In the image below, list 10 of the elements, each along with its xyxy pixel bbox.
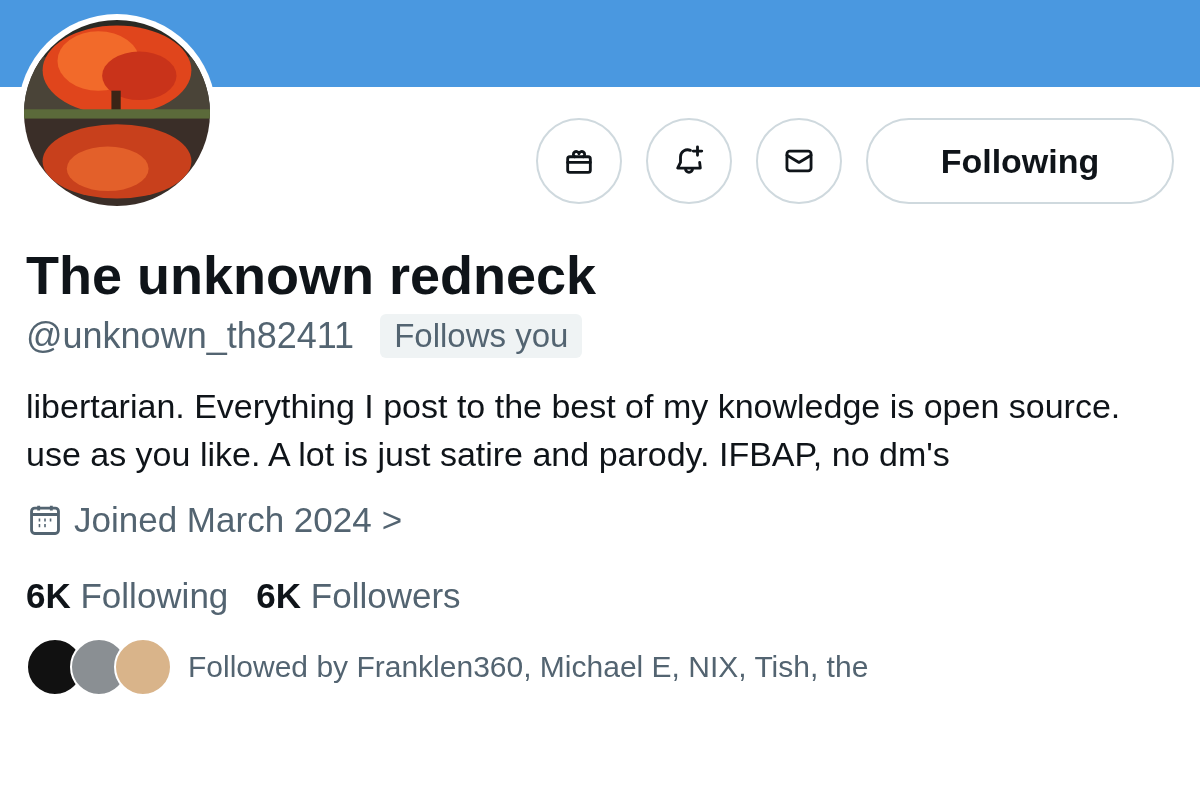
followed-by-text: Followed by Franklen360, Michael E, NIX, Tish, the bbox=[188, 649, 869, 685]
joined-date: Joined March 2024 bbox=[74, 499, 372, 541]
stat-link[interactable]: 6K Followers bbox=[256, 572, 461, 620]
profile-handle: @unknown_th82411 bbox=[26, 314, 355, 358]
profile-bio: libertarian. Everything I post to the best of my knowledge is open source. use as you like. A lot is just satire and parody. IFBAP, no dm's bbox=[26, 386, 1122, 475]
follows-you-badge: Follows you bbox=[380, 314, 583, 358]
stat-link[interactable]: 6K Following bbox=[26, 572, 229, 620]
following-button[interactable]: Following bbox=[866, 118, 1174, 204]
profile-name: The unknown redneck bbox=[26, 244, 598, 307]
chevron-icon[interactable]: > bbox=[381, 496, 403, 544]
